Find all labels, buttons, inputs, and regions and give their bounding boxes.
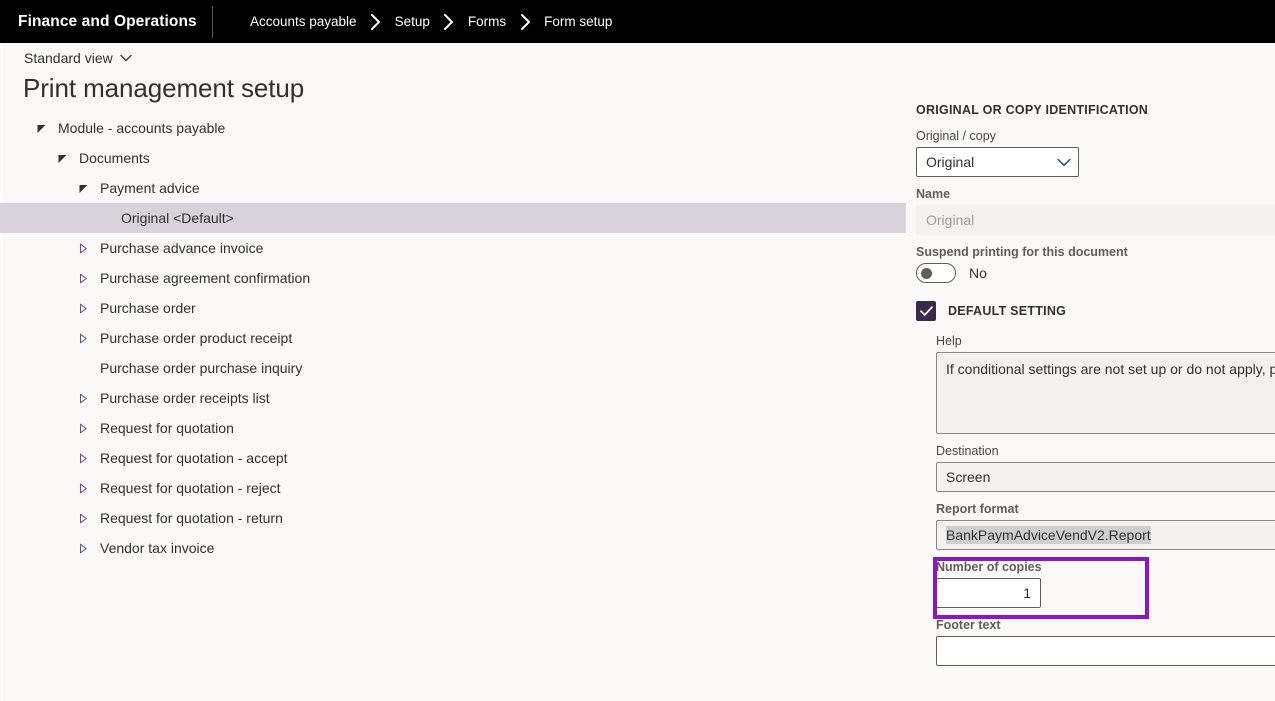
triangle-right-icon[interactable]	[75, 330, 92, 347]
chevron-down-icon[interactable]	[1057, 158, 1071, 167]
triangle-right-icon[interactable]	[75, 450, 92, 467]
name-label: Name	[916, 187, 951, 201]
triangle-right-icon[interactable]	[75, 420, 92, 437]
breadcrumb-item-forms[interactable]: Forms	[466, 14, 508, 29]
tree-row[interactable]: Purchase agreement confirmation	[0, 263, 906, 293]
default-setting-checkbox[interactable]	[916, 301, 936, 321]
original-copy-select[interactable]: Original	[916, 147, 1079, 177]
tree-row-label: Documents	[79, 150, 150, 166]
number-of-copies-label: Number of copies	[936, 560, 1042, 574]
report-format-field: Report format BankPaymAdviceVendV2.Repor…	[936, 502, 1275, 550]
tree-row-label: Purchase order	[100, 300, 196, 316]
view-selector[interactable]: Standard view	[24, 50, 132, 66]
tree-row-label: Payment advice	[100, 180, 200, 196]
tree-row[interactable]: Purchase advance invoice	[0, 233, 906, 263]
tree-row[interactable]: Module - accounts payable	[0, 113, 906, 143]
breadcrumb: Accounts payable Setup Forms Form setup	[213, 0, 614, 43]
triangle-down-icon[interactable]	[54, 150, 71, 167]
destination-value: Screen	[946, 469, 991, 485]
triangle-right-icon[interactable]	[75, 540, 92, 557]
suspend-printing-toggle[interactable]	[916, 263, 956, 283]
tree-row[interactable]: Request for quotation - accept	[0, 443, 906, 473]
number-of-copies-field: Number of copies 1	[936, 560, 1275, 608]
tree-row-label: Request for quotation - accept	[100, 450, 288, 466]
tree-row-label: Request for quotation - reject	[100, 480, 281, 496]
tree-row[interactable]: Purchase order	[0, 293, 906, 323]
breadcrumb-item-setup[interactable]: Setup	[393, 14, 432, 29]
page-title: Print management setup	[23, 73, 305, 103]
triangle-right-icon[interactable]	[75, 240, 92, 257]
report-format-input[interactable]: BankPaymAdviceVendV2.Report	[936, 520, 1275, 550]
tree-row-label: Purchase advance invoice	[100, 240, 264, 256]
number-of-copies-input[interactable]: 1	[936, 578, 1041, 608]
chevron-down-icon	[120, 54, 132, 62]
tree-row[interactable]: Documents	[0, 143, 906, 173]
triangle-right-icon[interactable]	[75, 480, 92, 497]
triangle-right-icon[interactable]	[75, 510, 92, 527]
tree-row[interactable]: Purchase order purchase inquiry	[0, 353, 906, 383]
help-textarea[interactable]: If conditional settings are not set up o…	[936, 352, 1275, 434]
original-copy-field: Original / copy Original	[916, 129, 1275, 177]
chevron-right-icon	[508, 0, 542, 43]
tree-row[interactable]: Original <Default>	[0, 203, 906, 233]
tree-row[interactable]: Request for quotation - reject	[0, 473, 906, 503]
tree-row-label: Original <Default>	[121, 210, 234, 226]
section-heading-identification: Original or copy identification	[916, 103, 1149, 117]
details-panel: Original or copy identification Original…	[916, 103, 1275, 676]
app-brand[interactable]: Finance and Operations	[0, 0, 212, 43]
help-field: Help If conditional settings are not set…	[936, 334, 1275, 434]
tree-row-label: Purchase order purchase inquiry	[100, 360, 303, 376]
report-format-value: BankPaymAdviceVendV2.Report	[946, 526, 1151, 544]
destination-input[interactable]: Screen	[936, 462, 1275, 492]
chevron-right-icon	[359, 0, 393, 43]
name-field: Name Original	[916, 187, 1275, 235]
triangle-down-icon[interactable]	[33, 120, 50, 137]
page-body: Standard view Print management setup Mod…	[0, 43, 1275, 701]
tree-row-label: Vendor tax invoice	[100, 540, 215, 556]
tree-row-label: Module - accounts payable	[58, 120, 226, 136]
tree-row[interactable]: Purchase order product receipt	[0, 323, 906, 353]
triangle-right-icon[interactable]	[75, 390, 92, 407]
breadcrumb-item-accounts-payable[interactable]: Accounts payable	[248, 14, 359, 29]
top-navigation-bar: Finance and Operations Accounts payable …	[0, 0, 1275, 43]
triangle-down-icon[interactable]	[75, 180, 92, 197]
chevron-right-icon	[432, 0, 466, 43]
section-heading-default-setting: Default setting	[948, 304, 1067, 318]
original-copy-label: Original / copy	[916, 129, 996, 143]
destination-label: Destination	[936, 444, 999, 458]
original-copy-value: Original	[926, 154, 975, 170]
name-input: Original	[916, 205, 1275, 235]
footer-text-field: Footer text	[936, 618, 1275, 666]
report-format-label: Report format	[936, 502, 1019, 516]
number-of-copies-value: 1	[1023, 585, 1031, 601]
tree-row[interactable]: Vendor tax invoice	[0, 533, 906, 563]
tree-row-label: Purchase order receipts list	[100, 390, 270, 406]
tree-row-label: Request for quotation	[100, 420, 234, 436]
tree-row[interactable]: Purchase order receipts list	[0, 383, 906, 413]
breadcrumb-item-form-setup[interactable]: Form setup	[542, 14, 614, 29]
default-setting-header: Default setting	[916, 301, 1275, 321]
help-label: Help	[936, 334, 962, 348]
tree-row[interactable]: Request for quotation - return	[0, 503, 906, 533]
footer-text-label: Footer text	[936, 618, 1001, 632]
tree-row-label: Purchase order product receipt	[100, 330, 293, 346]
tree-row-label: Purchase agreement confirmation	[100, 270, 311, 286]
checkmark-icon	[919, 305, 933, 317]
suspend-printing-value: No	[969, 265, 987, 281]
suspend-printing-field: Suspend printing for this document No	[916, 245, 1275, 283]
suspend-printing-label: Suspend printing for this document	[916, 245, 1128, 259]
tree-row[interactable]: Payment advice	[0, 173, 906, 203]
triangle-right-icon[interactable]	[75, 270, 92, 287]
triangle-right-icon[interactable]	[75, 300, 92, 317]
toggle-knob	[921, 268, 932, 279]
tree-row[interactable]: Request for quotation	[0, 413, 906, 443]
tree-row-label: Request for quotation - return	[100, 510, 283, 526]
view-selector-label: Standard view	[24, 50, 113, 66]
destination-field: Destination Screen	[936, 444, 1275, 492]
footer-text-input[interactable]	[936, 636, 1275, 666]
print-management-tree: Module - accounts payable Documents Paymen…	[0, 113, 906, 563]
name-value: Original	[926, 212, 975, 228]
